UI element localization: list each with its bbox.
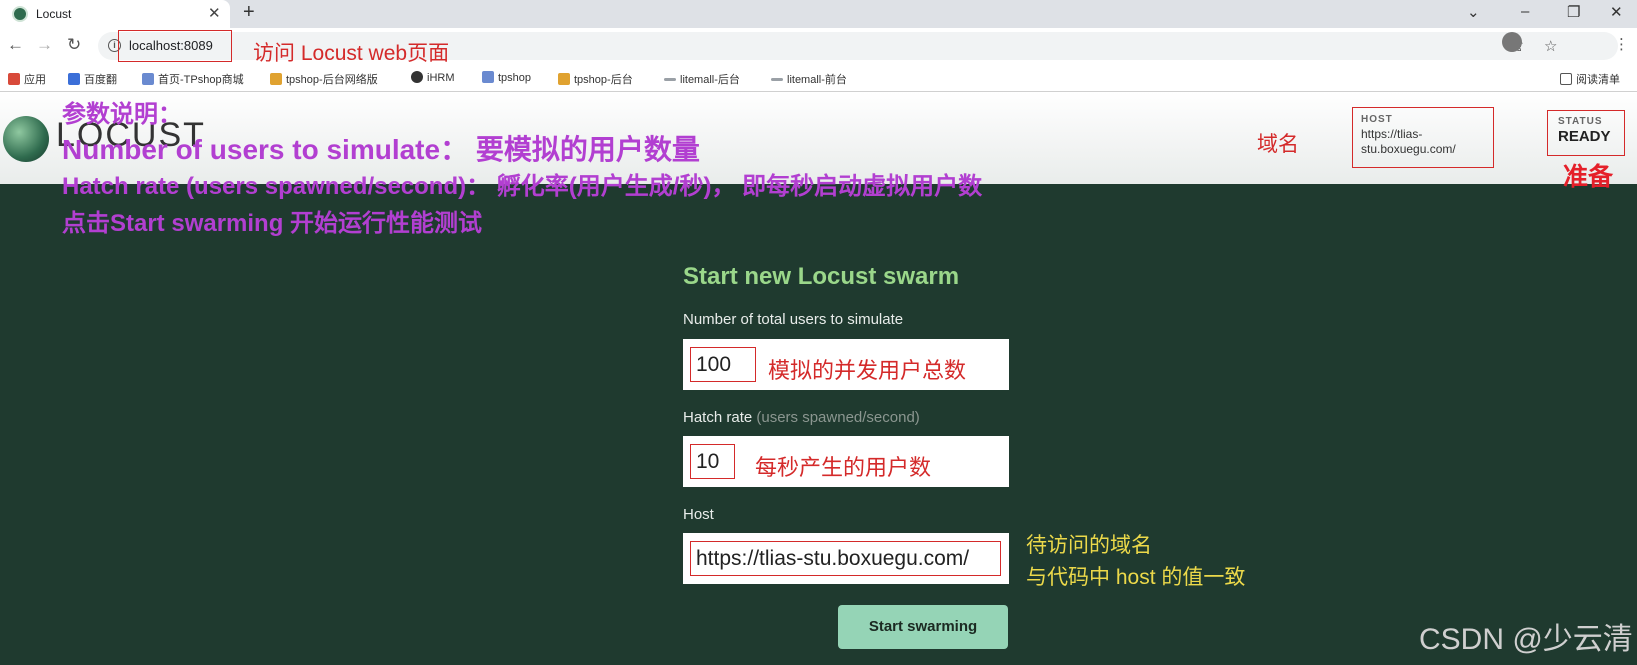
more-menu-icon[interactable]: ⋮ [1614, 35, 1629, 53]
hatch-field: 每秒产生的用户数 [683, 436, 1009, 487]
reading-list-icon [1560, 73, 1572, 85]
hatch-hint: (users spawned/second) [756, 409, 920, 426]
reload-icon[interactable]: ↻ [67, 35, 81, 55]
host-annotation-2: 与代码中 host 的值一致 [1026, 566, 1246, 589]
csdn-watermark: CSDN @少云清 [1419, 623, 1633, 656]
close-window-button[interactable]: ✕ [1610, 3, 1623, 21]
locust-favicon-icon [12, 6, 28, 22]
bookmark-item[interactable]: iHRM [411, 71, 455, 84]
start-swarming-button[interactable]: Start swarming [838, 605, 1008, 649]
host-status-box: HOST https://tlias-stu.boxuegu.com/ [1352, 107, 1494, 168]
ready-annotation: 准备 [1563, 163, 1614, 191]
profile-avatar-icon[interactable] [1502, 32, 1522, 52]
users-label: Number of total users to simulate [683, 311, 904, 328]
minimize-button[interactable]: – [1521, 3, 1529, 20]
bookmark-item[interactable]: 应用 [8, 71, 46, 87]
hatch-annotation: 每秒产生的用户数 [755, 455, 932, 480]
reading-list[interactable]: 阅读清单 [1560, 71, 1620, 87]
forward-icon[interactable]: → [36, 35, 53, 55]
browser-toolbar: ← → ↻ i localhost:8089 ⇪ ☆ ⋮ [0, 28, 1637, 64]
bookmark-item[interactable]: 百度翻 [68, 71, 117, 87]
close-tab-icon[interactable]: ✕ [208, 4, 221, 22]
tab-search-icon[interactable]: ⌄ [1467, 3, 1480, 21]
translate-icon [68, 73, 80, 85]
status-box: STATUS READY [1547, 110, 1625, 156]
users-field: 模拟的并发用户总数 [683, 339, 1009, 390]
bookmark-star-icon[interactable]: ☆ [1544, 37, 1557, 55]
hatch-label: Hatch rate (users spawned/second) [683, 409, 920, 426]
site-icon [482, 71, 494, 83]
host-field [683, 533, 1009, 584]
users-input[interactable] [690, 347, 756, 382]
site-icon [142, 73, 154, 85]
params-title-annotation: 参数说明： [62, 101, 182, 128]
bookmark-item[interactable]: 首页-TPshop商城 [142, 71, 244, 87]
host-label: HOST [1361, 114, 1393, 125]
host-annotation-1: 待访问的域名 [1026, 534, 1152, 557]
domain-annotation: 域名 [1257, 133, 1299, 156]
tab-title: Locust [36, 7, 72, 21]
site-icon [771, 78, 783, 81]
users-annotation: 模拟的并发用户总数 [768, 358, 967, 383]
browser-tab[interactable]: Locust ✕ [0, 0, 230, 28]
bookmark-item[interactable]: litemall-后台 [664, 71, 740, 87]
site-icon [558, 73, 570, 85]
bookmark-item[interactable]: tpshop-后台 [558, 71, 633, 87]
form-title: Start new Locust swarm [683, 263, 960, 290]
new-tab-button[interactable]: + [243, 1, 255, 24]
bookmarks-bar: 应用 百度翻 首页-TPshop商城 tpshop-后台网络版 iHRM tps… [0, 64, 1637, 92]
host-field-label: Host [683, 506, 714, 523]
site-icon [270, 73, 282, 85]
hatch-input[interactable] [690, 444, 735, 479]
url-annotation: 访问 Locust web页面 [253, 42, 450, 65]
param-users-annotation: Number of users to simulate： 要模拟的用户数量 [62, 134, 700, 165]
apps-grid-icon [8, 73, 20, 85]
status-label: STATUS [1558, 116, 1603, 127]
url-text[interactable]: localhost:8089 [129, 38, 213, 53]
locust-logo-icon [3, 116, 49, 162]
param-start-annotation: 点击Start swarming 开始运行性能测试 [62, 210, 483, 237]
tab-bar: Locust ✕ + ⌄ – ❐ ✕ [0, 0, 1637, 28]
bookmark-item[interactable]: litemall-前台 [771, 71, 847, 87]
host-input[interactable] [690, 541, 1001, 576]
status-value: READY [1558, 128, 1611, 145]
bookmark-item[interactable]: tpshop [482, 71, 531, 84]
site-icon [664, 78, 676, 81]
host-value: https://tlias-stu.boxuegu.com/ [1361, 127, 1456, 156]
globe-icon [411, 71, 423, 83]
restore-button[interactable]: ❐ [1567, 3, 1580, 21]
param-hatch-annotation: Hatch rate (users spawned/second)： 孵化率(用… [62, 173, 983, 200]
bookmark-item[interactable]: tpshop-后台网络版 [270, 71, 378, 87]
back-icon[interactable]: ← [7, 35, 24, 55]
